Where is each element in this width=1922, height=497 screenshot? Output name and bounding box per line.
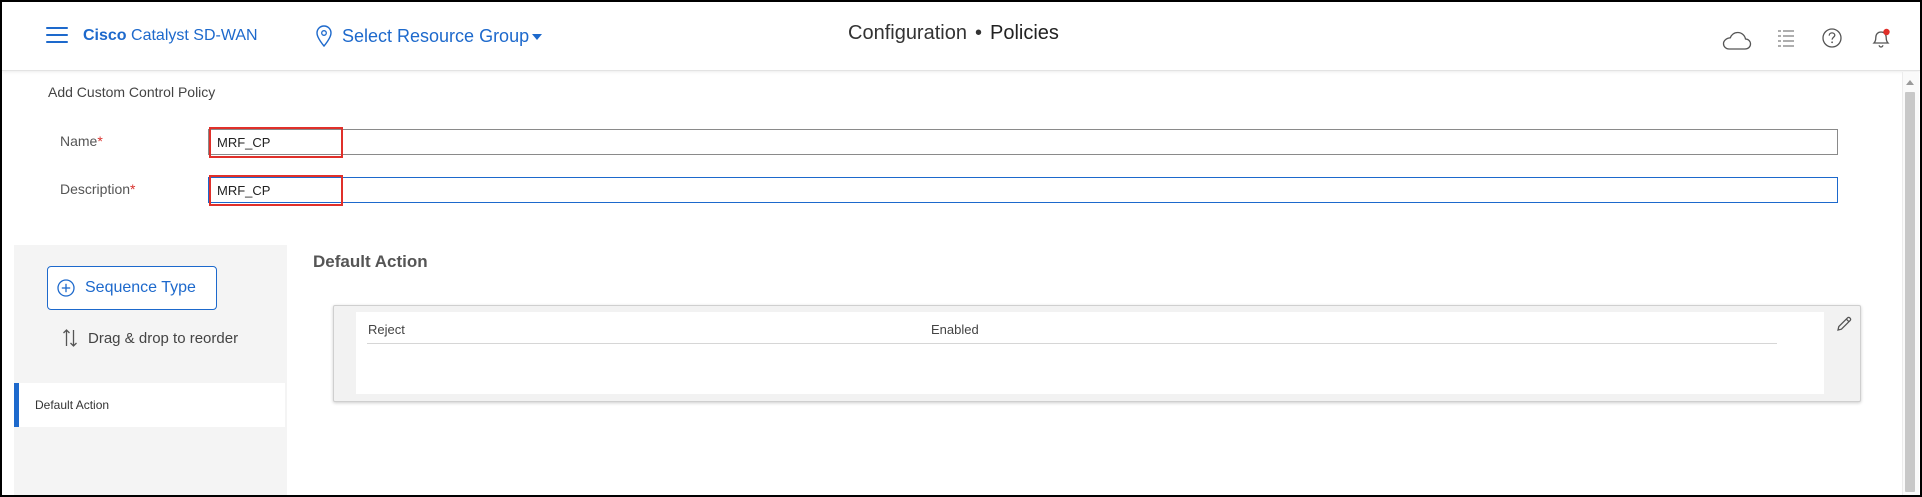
sequence-type-label: Sequence Type — [85, 279, 196, 296]
title-separator: • — [974, 22, 982, 44]
app-window: Cisco Catalyst SD-WAN Select Resource Gr… — [0, 0, 1922, 497]
scrollbar-thumb[interactable] — [1905, 92, 1915, 492]
description-label: Description* — [60, 181, 135, 197]
top-header: Cisco Catalyst SD-WAN Select Resource Gr… — [2, 2, 1920, 71]
task-list-icon[interactable] — [1777, 29, 1795, 47]
sidebar-item-label: Default Action — [35, 398, 110, 412]
cloud-icon[interactable] — [1722, 31, 1752, 51]
resource-group-label: Select Resource Group — [342, 25, 530, 46]
chevron-down-icon — [532, 34, 543, 40]
location-pin-icon — [316, 25, 332, 47]
required-marker: * — [97, 133, 103, 149]
reorder-arrows-icon — [63, 329, 77, 347]
scroll-up-arrow-icon[interactable] — [1906, 80, 1914, 85]
action-type-cell: Reject — [368, 322, 405, 337]
required-marker: * — [130, 181, 136, 197]
brand-bold-text: Cisco — [83, 27, 127, 44]
table-divider — [367, 343, 1777, 344]
page-title-page: Policies — [989, 22, 1059, 44]
description-input[interactable] — [208, 177, 1838, 203]
default-action-table — [356, 312, 1824, 394]
form-subtitle: Add Custom Control Policy — [48, 84, 216, 100]
help-icon[interactable] — [1822, 28, 1842, 48]
notification-bell-icon[interactable] — [1870, 27, 1892, 49]
action-status-cell: Enabled — [931, 322, 979, 337]
drag-hint: Drag & drop to reorder — [62, 328, 238, 348]
name-label-text: Name — [60, 133, 98, 149]
resource-group-selector[interactable]: Select Resource Group — [316, 21, 543, 51]
page-title: Configuration • Policies — [848, 22, 1059, 45]
section-title: Default Action — [313, 252, 428, 271]
notification-dot — [1883, 28, 1890, 36]
sidebar-item-default-action[interactable]: Default Action — [14, 383, 285, 427]
drag-hint-text: Drag & drop to reorder — [88, 329, 239, 347]
menu-icon[interactable] — [46, 27, 68, 45]
name-label: Name* — [60, 133, 103, 149]
brand-logo[interactable]: Cisco Catalyst SD-WAN — [83, 27, 258, 45]
add-circle-icon — [57, 279, 75, 297]
name-input[interactable] — [208, 129, 1838, 155]
page-title-section: Configuration — [848, 22, 967, 44]
sequence-type-button[interactable]: Sequence Type — [47, 266, 217, 310]
brand-rest-text: Catalyst SD-WAN — [126, 27, 258, 44]
description-label-text: Description — [60, 181, 131, 197]
pencil-edit-icon[interactable] — [1835, 315, 1853, 333]
